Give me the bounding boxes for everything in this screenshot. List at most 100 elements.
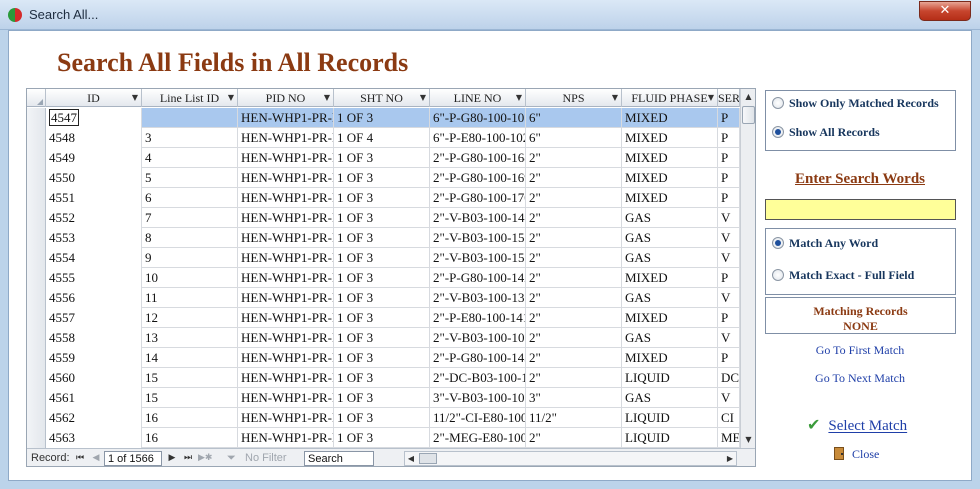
table-cell[interactable]: 11/2"-CI-E80-100- (430, 408, 526, 428)
record-selector[interactable] (27, 388, 46, 408)
scroll-up-icon[interactable]: ▲ (741, 89, 755, 105)
table-cell[interactable]: HEN-WHP1-PR-P (238, 368, 334, 388)
table-cell[interactable]: LIQUID (622, 428, 718, 448)
table-cell[interactable]: 1 OF 3 (334, 328, 430, 348)
column-dropdown-icon[interactable]: ▼ (228, 89, 234, 107)
table-cell[interactable]: 2"-V-B03-100-150 (430, 228, 526, 248)
table-cell[interactable]: V (718, 228, 740, 248)
table-cell[interactable]: MIXED (622, 188, 718, 208)
table-cell[interactable]: P (718, 168, 740, 188)
table-cell[interactable]: 4561 (46, 388, 142, 408)
table-cell[interactable]: HEN-WHP1-PR-P (238, 348, 334, 368)
table-cell[interactable]: 4555 (46, 268, 142, 288)
go-to-next-match-link[interactable]: Go To Next Match (765, 371, 955, 386)
table-cell[interactable]: ME (718, 428, 740, 448)
table-cell[interactable]: 1 OF 3 (334, 308, 430, 328)
table-cell[interactable]: CI (718, 408, 740, 428)
table-cell[interactable]: HEN-WHP1-PR-P (238, 428, 334, 448)
table-cell[interactable]: 1 OF 3 (334, 208, 430, 228)
record-selector[interactable] (27, 228, 46, 248)
table-cell[interactable]: 1 OF 3 (334, 248, 430, 268)
table-row[interactable]: 4561 15 HEN-WHP1-PR-P 1 OF 3 3"-V-B03-100-10… (27, 388, 740, 408)
table-cell[interactable]: HEN-WHP1-PR-P (238, 188, 334, 208)
table-cell[interactable]: HEN-WHP1-PR-P (238, 408, 334, 428)
table-cell[interactable]: 5 (142, 168, 238, 188)
table-row[interactable]: 4558 13 HEN-WHP1-PR-P 1 OF 3 2"-V-B03-100-10… (27, 328, 740, 348)
table-cell[interactable]: 4554 (46, 248, 142, 268)
column-dropdown-icon[interactable]: ▼ (324, 89, 330, 107)
table-cell[interactable]: 2"-V-B03-100-130 (430, 288, 526, 308)
record-selector[interactable] (27, 168, 46, 188)
table-cell[interactable]: 2" (526, 328, 622, 348)
table-cell[interactable]: 2"-MEG-E80-100- (430, 428, 526, 448)
last-record-icon[interactable]: ⏭ (182, 451, 194, 466)
record-selector[interactable] (27, 328, 46, 348)
table-cell[interactable]: 12 (142, 308, 238, 328)
table-cell[interactable]: 1 OF 3 (334, 268, 430, 288)
table-row[interactable]: 4550 5 HEN-WHP1-PR-P 1 OF 3 2"-P-G80-100-169… (27, 168, 740, 188)
new-record-icon[interactable]: ▶✱ (198, 451, 212, 466)
table-cell[interactable]: P (718, 108, 740, 128)
table-cell[interactable]: 1 OF 3 (334, 388, 430, 408)
no-filter-label[interactable]: No Filter (245, 451, 287, 466)
table-cell[interactable]: DC (718, 368, 740, 388)
table-cell[interactable]: 4560 (46, 368, 142, 388)
scroll-right-icon[interactable]: ▶ (724, 452, 736, 465)
record-selector[interactable] (27, 308, 46, 328)
table-cell[interactable]: 4563 (46, 428, 142, 448)
table-cell[interactable]: 6"-P-G80-100-101 (430, 108, 526, 128)
table-cell[interactable]: 3"-V-B03-100-108 (430, 388, 526, 408)
table-cell[interactable]: 4562 (46, 408, 142, 428)
table-row[interactable]: 4549 4 HEN-WHP1-PR-P 1 OF 3 2"-P-G80-100-168… (27, 148, 740, 168)
record-selector[interactable] (27, 288, 46, 308)
datasheet-search-box[interactable]: Search (304, 451, 374, 466)
table-cell[interactable]: GAS (622, 228, 718, 248)
column-header[interactable]: NPS ▼ (526, 89, 622, 107)
table-cell[interactable]: 1 OF 4 (334, 128, 430, 148)
table-cell[interactable]: 9 (142, 248, 238, 268)
table-cell[interactable]: 1 OF 3 (334, 148, 430, 168)
select-all-button[interactable] (27, 89, 46, 107)
table-cell[interactable]: HEN-WHP1-PR-P (238, 148, 334, 168)
table-cell[interactable]: HEN-WHP1-PR-P (238, 128, 334, 148)
table-cell[interactable]: 11 (142, 288, 238, 308)
table-cell[interactable]: 6"-P-E80-100-102- (430, 128, 526, 148)
record-selector[interactable] (27, 188, 46, 208)
table-cell[interactable]: 1 OF 3 (334, 428, 430, 448)
column-dropdown-icon[interactable]: ▼ (420, 89, 426, 107)
table-row[interactable]: 4559 14 HEN-WHP1-PR-P 1 OF 3 2"-P-G80-100-14… (27, 348, 740, 368)
table-cell[interactable]: 2"-P-E80-100-141- (430, 308, 526, 328)
table-cell[interactable]: GAS (622, 328, 718, 348)
table-row[interactable]: 4547 HEN-WHP1-PR-P 1 OF 3 6"-P-G80-100-101 6… (27, 108, 740, 128)
radio-icon[interactable] (772, 269, 784, 281)
table-row[interactable]: 4548 3 HEN-WHP1-PR-P 1 OF 4 6"-P-E80-100-102… (27, 128, 740, 148)
scroll-down-icon[interactable]: ▼ (741, 432, 755, 448)
table-cell[interactable]: 2" (526, 148, 622, 168)
table-cell[interactable]: 8 (142, 228, 238, 248)
next-record-icon[interactable]: ▶ (166, 451, 178, 466)
table-row[interactable]: 4557 12 HEN-WHP1-PR-P 1 OF 3 2"-P-E80-100-14… (27, 308, 740, 328)
active-cell-value[interactable]: 4547 (49, 109, 79, 126)
table-row[interactable]: 4553 8 HEN-WHP1-PR-P 1 OF 3 2"-V-B03-100-150… (27, 228, 740, 248)
table-cell[interactable]: MIXED (622, 308, 718, 328)
table-cell[interactable]: 4549 (46, 148, 142, 168)
table-row[interactable]: 4556 11 HEN-WHP1-PR-P 1 OF 3 2"-V-B03-100-13… (27, 288, 740, 308)
table-cell[interactable]: 1 OF 3 (334, 168, 430, 188)
table-cell[interactable]: GAS (622, 288, 718, 308)
table-cell[interactable]: V (718, 328, 740, 348)
table-cell[interactable]: 4548 (46, 128, 142, 148)
record-selector[interactable] (27, 248, 46, 268)
table-cell[interactable]: 2" (526, 368, 622, 388)
table-cell[interactable]: HEN-WHP1-PR-P (238, 288, 334, 308)
table-cell[interactable]: 2" (526, 428, 622, 448)
column-header[interactable]: PID NO ▼ (238, 89, 334, 107)
table-cell[interactable]: MIXED (622, 128, 718, 148)
table-cell[interactable]: 4559 (46, 348, 142, 368)
table-cell[interactable]: HEN-WHP1-PR-P (238, 248, 334, 268)
table-cell[interactable]: MIXED (622, 268, 718, 288)
table-cell[interactable]: 4551 (46, 188, 142, 208)
record-selector[interactable] (27, 148, 46, 168)
table-cell[interactable]: 7 (142, 208, 238, 228)
select-match-button[interactable]: ✔ Select Match (807, 415, 907, 435)
radio-icon[interactable] (772, 237, 784, 249)
